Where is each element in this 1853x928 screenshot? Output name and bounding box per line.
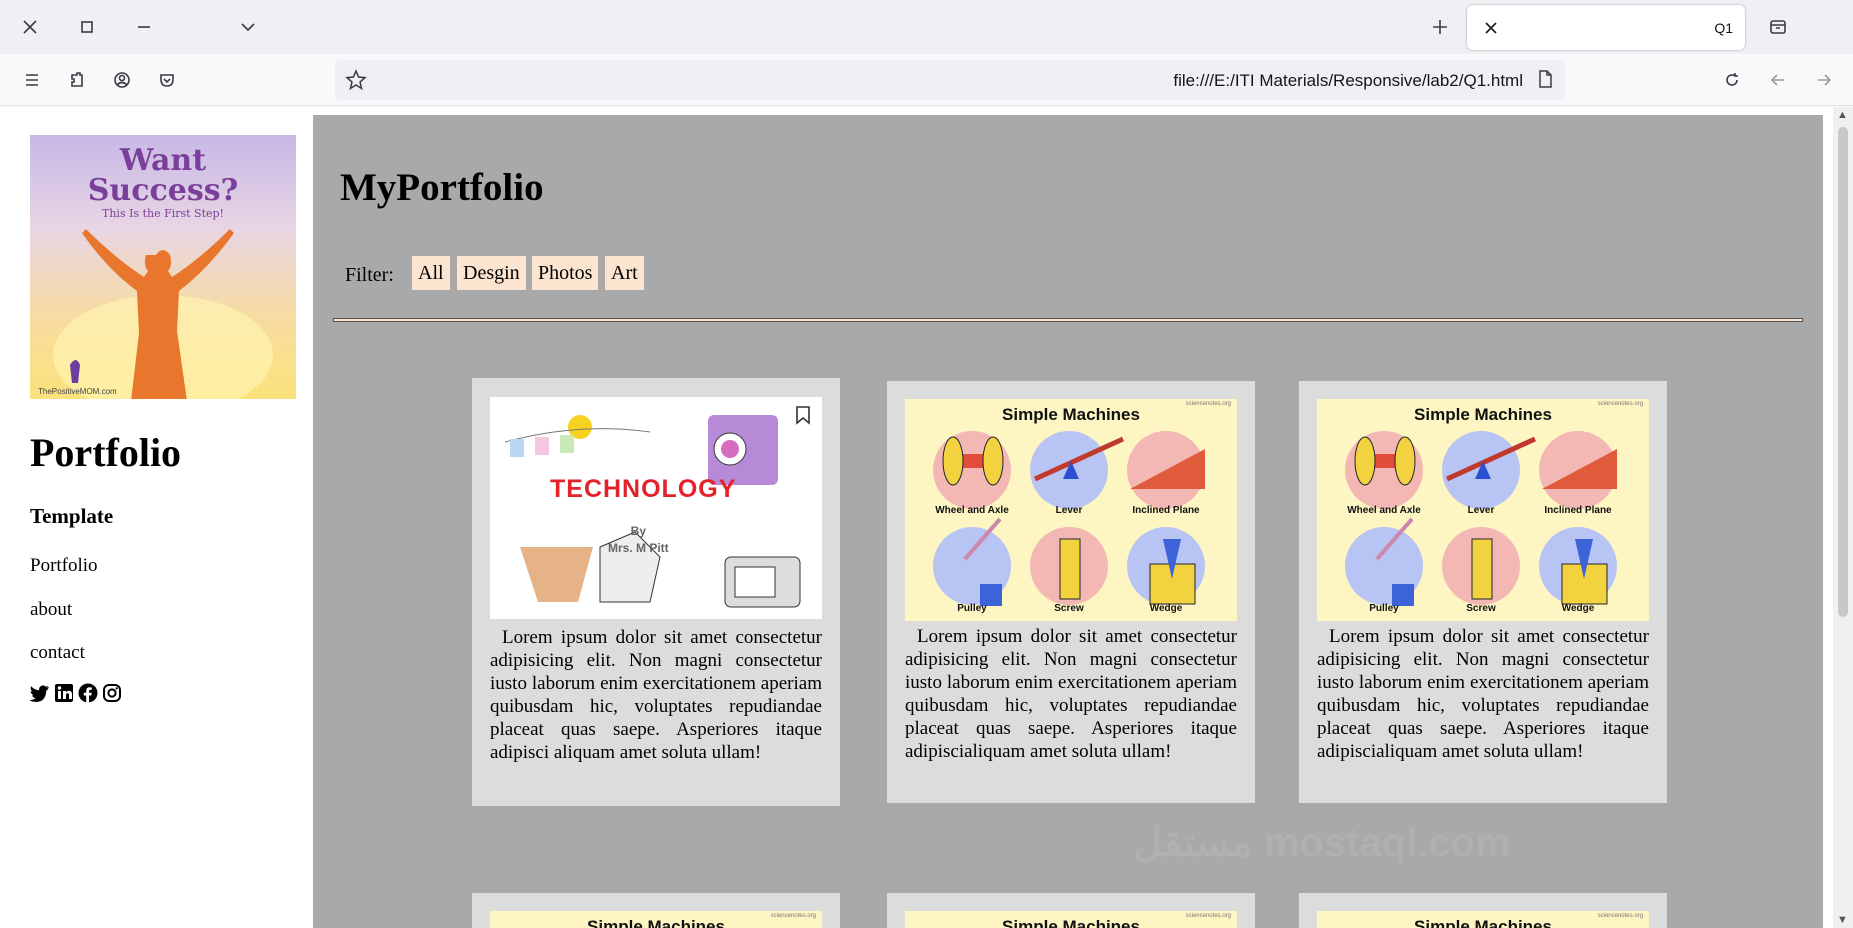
portfolio-card: sciencenotes.org Simple Machines	[1299, 893, 1667, 928]
bookmark-star-icon[interactable]	[345, 69, 367, 91]
sidebar-link-contact[interactable]: contact	[30, 642, 85, 664]
portfolio-card: sciencenotes.org Simple Machines Wheel a…	[887, 381, 1255, 803]
portfolio-card: sciencenotes.org Simple Machines	[472, 893, 840, 928]
sidebar-link-portfolio[interactable]: Portfolio	[30, 555, 98, 577]
label-lever: Lever	[1055, 505, 1083, 516]
label-wedge: Wedge	[1561, 603, 1595, 614]
maximize-icon[interactable]	[67, 7, 107, 47]
sidebar-hero-image: Want Success? This Is the First Step! Th…	[30, 135, 296, 399]
linkedin-icon[interactable]	[54, 683, 74, 703]
label-inclined-plane: Inclined Plane	[1544, 505, 1612, 516]
url-bar[interactable]: file:///E:/ITI Materials/Responsive/lab2…	[335, 60, 1565, 100]
watermark: مستقل mostaql.com	[1133, 821, 1511, 865]
account-icon[interactable]	[102, 60, 142, 100]
firefox-view-icon[interactable]	[1758, 7, 1798, 47]
minimize-icon[interactable]	[124, 7, 164, 47]
filter-label: Filter:	[345, 264, 394, 286]
menu-icon[interactable]	[12, 60, 52, 100]
tab-close-icon[interactable]	[1477, 14, 1505, 42]
filter-design-button[interactable]: Desgin	[457, 256, 526, 290]
new-tab-icon[interactable]	[1420, 7, 1460, 47]
vertical-scrollbar[interactable]: ▲ ▼	[1833, 107, 1853, 928]
tab-strip: Q1	[0, 0, 1853, 54]
card-image-simple-machines: sciencenotes.org Simple Machines	[1317, 911, 1649, 928]
navigation-toolbar: file:///E:/ITI Materials/Responsive/lab2…	[0, 54, 1853, 106]
portfolio-card: TECHNOLOGY By Mrs. M Pitt Lorem ipsum do…	[472, 378, 840, 806]
divider	[333, 318, 1803, 322]
social-links	[28, 683, 122, 703]
byline-by: By	[630, 524, 646, 538]
facebook-icon[interactable]	[78, 683, 98, 703]
page-title: MyPortfolio	[340, 166, 544, 209]
sidebar-link-about[interactable]: about	[30, 599, 72, 621]
extensions-icon[interactable]	[57, 60, 97, 100]
forward-icon[interactable]	[1804, 60, 1844, 100]
tab-q1[interactable]: Q1	[1467, 5, 1745, 50]
bookmark-icon[interactable]	[794, 405, 812, 430]
label-screw: Screw	[1054, 603, 1084, 614]
sidebar-subtitle: Template	[30, 504, 114, 528]
card-image-byline: By Mrs. M Pitt	[608, 523, 669, 557]
card-image-simple-machines: sciencenotes.org Simple Machines Wheel a…	[905, 399, 1237, 621]
label-pulley: Pulley	[957, 603, 987, 614]
card-image-title: Simple Machines	[1002, 917, 1140, 928]
silhouette-illustration	[53, 229, 273, 399]
page-viewport: Want Success? This Is the First Step! Th…	[0, 107, 1853, 928]
card-image-title: Simple Machines	[587, 917, 725, 928]
card-image-simple-machines: sciencenotes.org Simple Machines	[905, 911, 1237, 928]
label-inclined-plane: Inclined Plane	[1132, 505, 1200, 516]
card-image-simple-machines: sciencenotes.org Simple Machines Wheel a…	[1317, 399, 1649, 621]
pocket-icon[interactable]	[147, 60, 187, 100]
card-image-title: Simple Machines	[1414, 917, 1552, 928]
hero-site-text: ThePositiveMOM.com	[38, 387, 117, 396]
filter-all-button[interactable]: All	[412, 256, 450, 290]
reload-icon[interactable]	[1712, 60, 1752, 100]
url-text[interactable]: file:///E:/ITI Materials/Responsive/lab2…	[1173, 71, 1523, 91]
twitter-icon[interactable]	[28, 683, 50, 703]
back-icon[interactable]	[1758, 60, 1798, 100]
page-info-icon[interactable]	[1535, 69, 1555, 94]
card-image-technology: TECHNOLOGY By Mrs. M Pitt	[490, 397, 822, 619]
label-wedge: Wedge	[1149, 603, 1183, 614]
portfolio-card: sciencenotes.org Simple Machines	[887, 893, 1255, 928]
label-pulley: Pulley	[1369, 603, 1399, 614]
label-wheel-axle: Wheel and Axle	[1347, 505, 1421, 516]
tab-title: Q1	[1714, 20, 1733, 36]
card-text: Lorem ipsum dolor sit amet consectetur a…	[1317, 626, 1649, 762]
scroll-down-icon[interactable]: ▼	[1837, 914, 1848, 926]
close-window-icon[interactable]	[10, 7, 50, 47]
card-text: Lorem ipsum dolor sit amet consectetur a…	[905, 626, 1237, 762]
filter-art-button[interactable]: Art	[605, 256, 644, 290]
filter-photos-button[interactable]: Photos	[532, 256, 599, 290]
card-text: Lorem ipsum dolor sit amet consectetur a…	[490, 627, 822, 763]
card-image-simple-machines: sciencenotes.org Simple Machines	[490, 911, 822, 928]
hero-heading-line2: Success?	[87, 173, 239, 208]
label-wheel-axle: Wheel and Axle	[935, 505, 1009, 516]
list-all-tabs-icon[interactable]	[228, 7, 268, 47]
byline-author: Mrs. M Pitt	[608, 541, 669, 555]
label-screw: Screw	[1466, 603, 1496, 614]
instagram-icon[interactable]	[102, 683, 122, 703]
label-lever: Lever	[1467, 505, 1495, 516]
portfolio-card: sciencenotes.org Simple Machines Wheel a…	[1299, 381, 1667, 803]
sidebar-title: Portfolio	[30, 430, 182, 475]
main-content: MyPortfolio Filter: All Desgin Photos Ar…	[313, 115, 1823, 928]
scroll-up-icon[interactable]: ▲	[1837, 109, 1848, 121]
card-image-word: TECHNOLOGY	[550, 475, 737, 503]
scroll-thumb[interactable]	[1838, 127, 1848, 617]
sidebar: Want Success? This Is the First Step! Th…	[0, 107, 313, 928]
